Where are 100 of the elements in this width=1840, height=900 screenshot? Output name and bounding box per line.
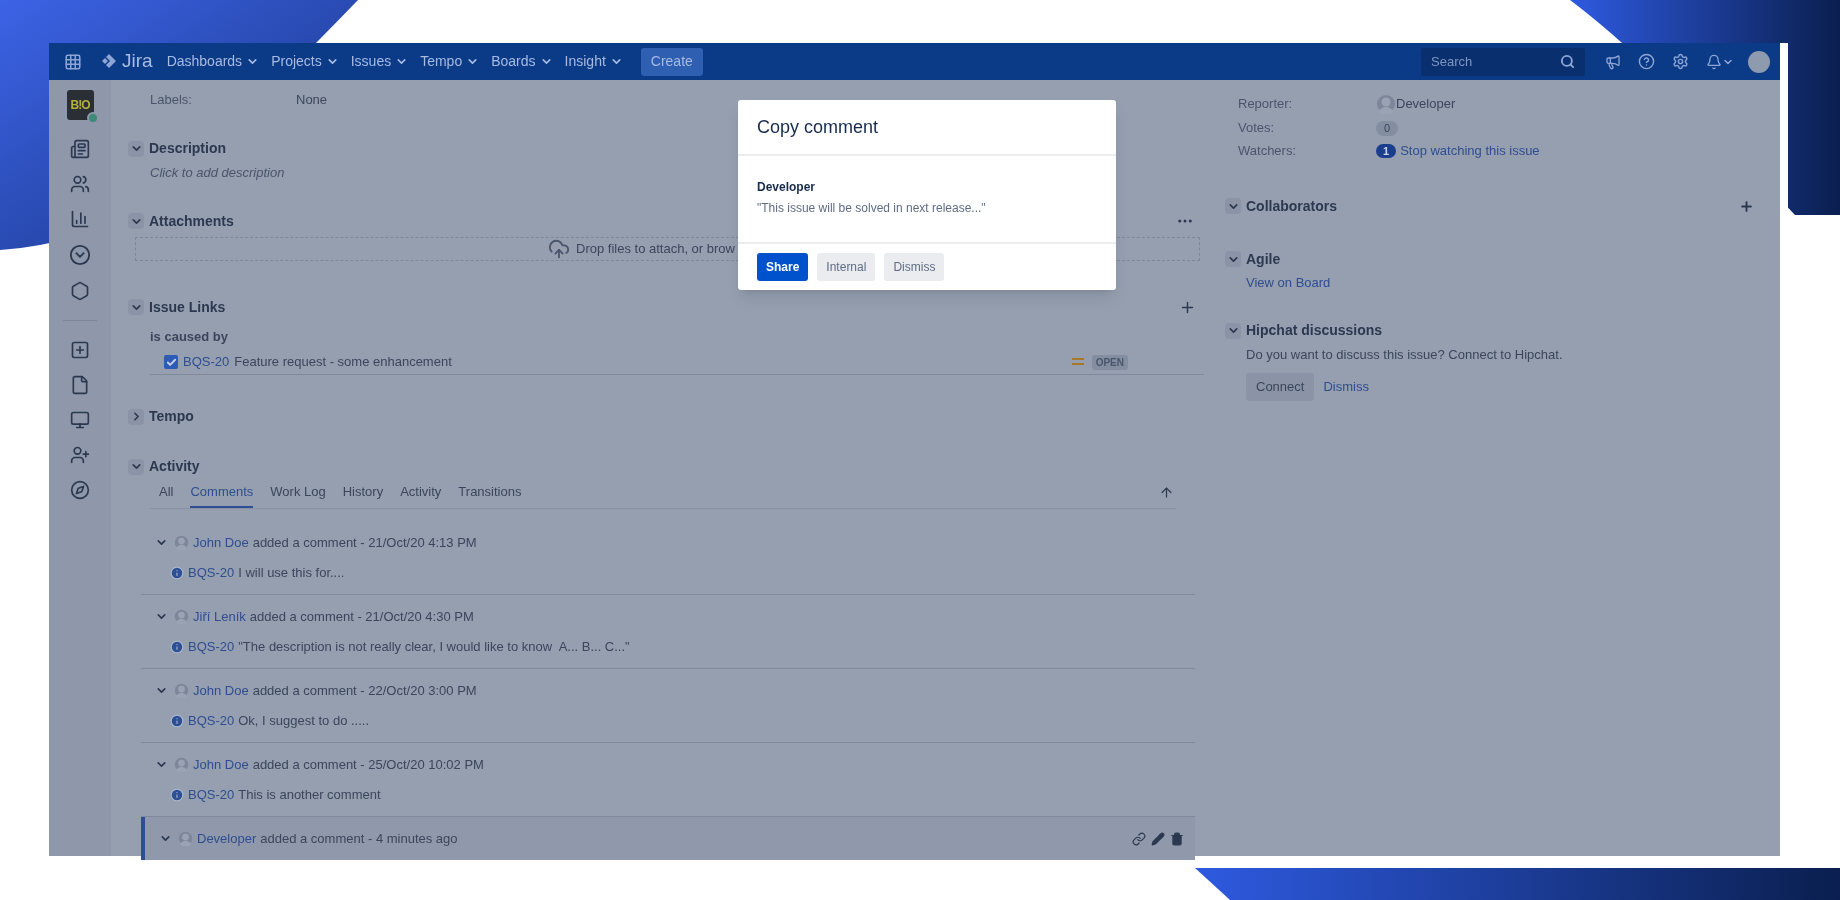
activity-tab[interactable]: Comments (190, 482, 254, 508)
chevron-circle-icon[interactable] (69, 244, 91, 266)
issue-key-link[interactable]: BQS-20 (188, 636, 235, 657)
issues-icon[interactable] (70, 139, 90, 159)
view-on-board-link[interactable]: View on Board (1225, 273, 1760, 293)
sort-icon[interactable] (1159, 484, 1174, 500)
activity-tab[interactable]: History (342, 482, 384, 508)
activity-tab[interactable]: Transitions (458, 482, 522, 508)
collapse-icon[interactable] (1225, 322, 1241, 339)
field-value: None (296, 91, 328, 109)
comment-text: This is another comment (238, 785, 381, 804)
stop-watching-link[interactable]: Stop watching this issue (1400, 141, 1540, 161)
megaphone-icon[interactable] (1605, 53, 1621, 70)
drop-text: Drop files to attach, or brow (576, 240, 735, 259)
collapse-icon[interactable] (128, 140, 144, 157)
nav-menu[interactable]: Projects (271, 51, 339, 72)
expand-icon[interactable] (128, 408, 144, 425)
monitor-icon[interactable] (70, 410, 90, 430)
connect-button[interactable]: Connect (1246, 373, 1315, 401)
section-title: Issue Links (149, 297, 226, 317)
info-icon (170, 787, 184, 802)
comment-author-link[interactable]: Developer (197, 828, 257, 849)
activity-tab[interactable]: Work Log (270, 482, 326, 508)
add-icon[interactable] (70, 340, 90, 360)
info-icon (170, 565, 184, 580)
page-icon[interactable] (70, 375, 90, 395)
logo-text[interactable]: Jira (122, 47, 153, 76)
avatar-icon (1376, 94, 1396, 114)
status-badge-icon (86, 112, 99, 124)
people-icon[interactable] (70, 174, 90, 194)
priority-icon (1071, 358, 1084, 366)
app-switcher-icon[interactable] (64, 52, 82, 71)
field-label: Reporter: (1238, 95, 1294, 114)
create-button[interactable]: Create (640, 47, 703, 76)
comment-author: Developer (757, 179, 817, 196)
dialog-title: Copy comment (757, 115, 879, 139)
delete-icon[interactable] (1170, 831, 1184, 846)
edit-icon[interactable] (1151, 831, 1165, 846)
dismiss-link[interactable]: Dismiss (1323, 377, 1369, 397)
description-placeholder[interactable]: Click to add description (128, 162, 1200, 182)
collapse-icon[interactable] (128, 458, 144, 475)
section-title: Agile (1246, 249, 1281, 269)
compass-icon[interactable] (70, 480, 90, 500)
add-user-icon[interactable] (70, 445, 90, 465)
watcher-count: 1 (1376, 144, 1397, 158)
info-icon (170, 639, 184, 654)
field-label: Watchers: (1238, 142, 1298, 161)
section-title: Activity (149, 457, 200, 476)
upload-icon (548, 238, 570, 260)
comment-text: I will use this for.... (238, 563, 345, 582)
nav-menu[interactable]: Boards (491, 51, 553, 72)
avatar-icon (174, 683, 189, 698)
section-title: Attachments (149, 211, 234, 231)
avatar-icon (174, 609, 189, 624)
help-icon[interactable] (1638, 53, 1655, 70)
dialog-button[interactable]: Dismiss (884, 253, 945, 281)
nav-menu[interactable]: Issues (350, 51, 409, 72)
issue-key-link[interactable]: BQS-20 (188, 562, 235, 583)
collapse-icon[interactable] (128, 213, 144, 229)
issue-key-link[interactable]: BQS-20 (183, 352, 230, 372)
issue-key-link[interactable]: BQS-20 (188, 710, 235, 731)
comment-author-link[interactable]: John Doe (193, 532, 249, 553)
dialog-button[interactable]: Internal (817, 253, 876, 281)
settings-icon[interactable] (1672, 53, 1689, 70)
share-button[interactable]: Share (757, 253, 809, 281)
hexagon-icon[interactable] (70, 281, 90, 301)
avatar-icon (178, 831, 193, 846)
link-icon[interactable] (1132, 831, 1146, 846)
comment-meta: added a comment - 21/Oct/20 4:30 PM (249, 607, 474, 626)
comment-author-link[interactable]: Jiří Leník (193, 606, 246, 627)
add-icon[interactable] (1739, 198, 1754, 214)
activity-tab[interactable]: Activity (400, 482, 442, 508)
link-relation: is caused by (150, 328, 230, 346)
search-field[interactable]: Search (1421, 47, 1585, 76)
chart-icon[interactable] (70, 209, 90, 229)
info-icon (170, 713, 184, 728)
search-icon[interactable] (1560, 53, 1575, 69)
comment-author-link[interactable]: John Doe (193, 754, 249, 775)
checkbox[interactable] (164, 355, 178, 369)
notifications-icon[interactable] (1706, 53, 1722, 70)
collapse-icon[interactable] (1225, 198, 1241, 214)
nav-menu[interactable]: Insight (564, 51, 623, 72)
nav-menu[interactable]: Dashboards (166, 51, 260, 72)
issue-key-link[interactable]: BQS-20 (188, 784, 235, 805)
section-title: Collaborators (1246, 196, 1337, 216)
collapse-icon[interactable] (128, 299, 144, 315)
collapse-icon[interactable] (1225, 251, 1241, 267)
field-label: Votes: (1238, 119, 1276, 138)
status-badge: OPEN (1091, 354, 1128, 370)
nav-menu[interactable]: Tempo (420, 51, 480, 72)
vote-count[interactable]: 0 (1376, 120, 1399, 136)
user-avatar[interactable] (1748, 50, 1770, 73)
field-label: Labels: (150, 91, 193, 109)
comment-author-link[interactable]: John Doe (193, 680, 249, 701)
issue-summary: Feature request - some enhancement (234, 353, 452, 372)
comment-meta: added a comment - 4 minutes ago (260, 829, 458, 848)
comment-quote: "This issue will be solved in next release..." (757, 200, 987, 217)
comment-meta: added a comment - 21/Oct/20 4:13 PM (252, 533, 477, 552)
activity-tab[interactable]: All (159, 482, 174, 508)
avatar-icon (174, 757, 189, 772)
